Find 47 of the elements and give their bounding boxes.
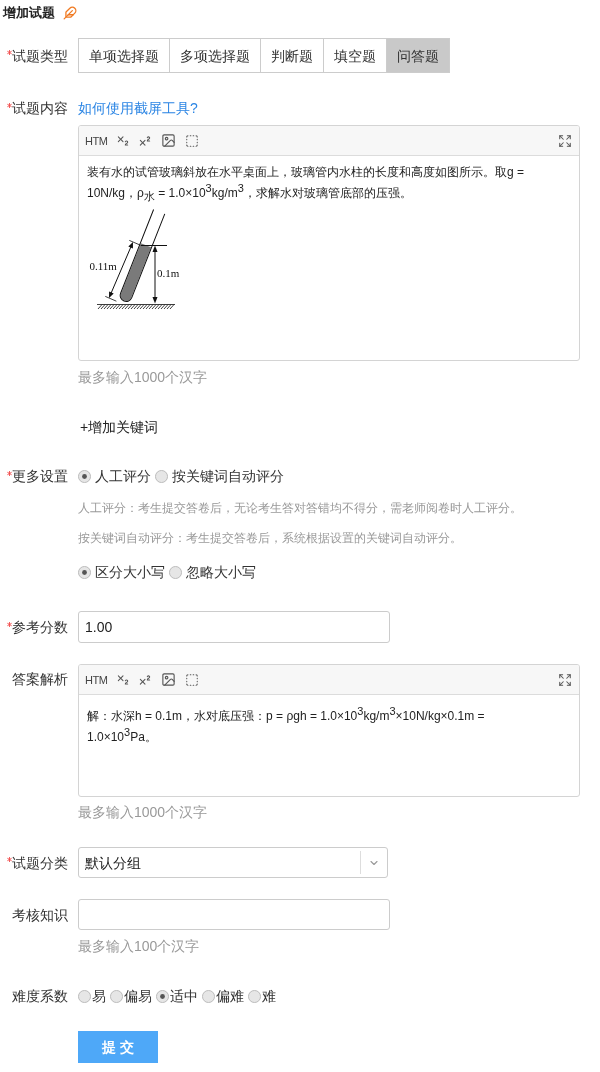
page-title: 增加试题 [3, 4, 55, 22]
hint-text: 最多输入100个汉字 [78, 937, 200, 955]
hint-text: 最多输入1000个汉字 [78, 368, 208, 386]
height-dimension-arrow [152, 245, 158, 304]
scoring-note: 人工评分：考生提交答卷后，无论考生答对答错均不得分，需老师阅卷时人工评分。 [78, 500, 522, 516]
category-select[interactable]: 默认分组 [78, 847, 388, 878]
hint-text: 最多输入1000个汉字 [78, 803, 208, 821]
scoring-note: 按关键词自动评分：考生提交答卷后，系统根据设置的关键词自动评分。 [78, 530, 462, 546]
field-label: 试题类型 [12, 46, 68, 65]
superscript-icon[interactable] [138, 133, 153, 148]
subscript-icon[interactable] [116, 133, 131, 148]
radio-option[interactable]: 偏易 [110, 987, 152, 1005]
radio-option[interactable]: 人工评分 [78, 467, 151, 485]
knowledge-input[interactable] [78, 899, 390, 930]
water-level-line [140, 245, 168, 246]
field-label: 难度系数 [12, 987, 68, 1005]
dashed-square-icon[interactable] [185, 133, 200, 148]
feather-icon [63, 6, 77, 20]
field-label: 参考分数 [12, 618, 68, 636]
html-button[interactable]: HTM [85, 672, 108, 687]
fullscreen-icon[interactable] [558, 672, 572, 687]
score-input[interactable]: 1.00 [78, 611, 390, 643]
dashed-square-icon[interactable] [185, 672, 200, 687]
radio-option[interactable]: 偏难 [202, 987, 244, 1005]
field-label: 试题分类 [12, 853, 68, 872]
superscript-icon[interactable] [138, 672, 153, 687]
radio-option[interactable]: 难 [248, 987, 276, 1005]
field-label: 考核知识 [12, 905, 68, 924]
radio-option[interactable]: 区分大小写 [78, 563, 165, 581]
radio-option[interactable]: 按关键词自动评分 [155, 467, 284, 485]
field-label: 答案解析 [12, 670, 68, 688]
radio-option[interactable]: 易 [78, 987, 106, 1005]
field-label: 更多设置 [12, 467, 68, 485]
radio-option[interactable]: 忽略大小写 [169, 563, 256, 581]
add-keyword-link[interactable]: +增加关键词 [80, 418, 159, 436]
fullscreen-icon[interactable] [558, 133, 572, 148]
water-column [120, 243, 152, 301]
image-icon[interactable] [161, 672, 177, 687]
radio-option[interactable]: 适中 [156, 987, 198, 1005]
height-label: 0.1m [157, 267, 180, 279]
field-label: 试题内容 [12, 99, 68, 117]
subscript-icon[interactable] [116, 672, 131, 687]
length-label: 0.11m [89, 260, 117, 272]
question-type-tab[interactable]: 问答题 [387, 39, 449, 72]
image-icon[interactable] [161, 133, 177, 148]
html-button[interactable]: HTM [85, 133, 108, 148]
screenshot-help-link[interactable]: 如何使用截屏工具? [78, 99, 198, 117]
